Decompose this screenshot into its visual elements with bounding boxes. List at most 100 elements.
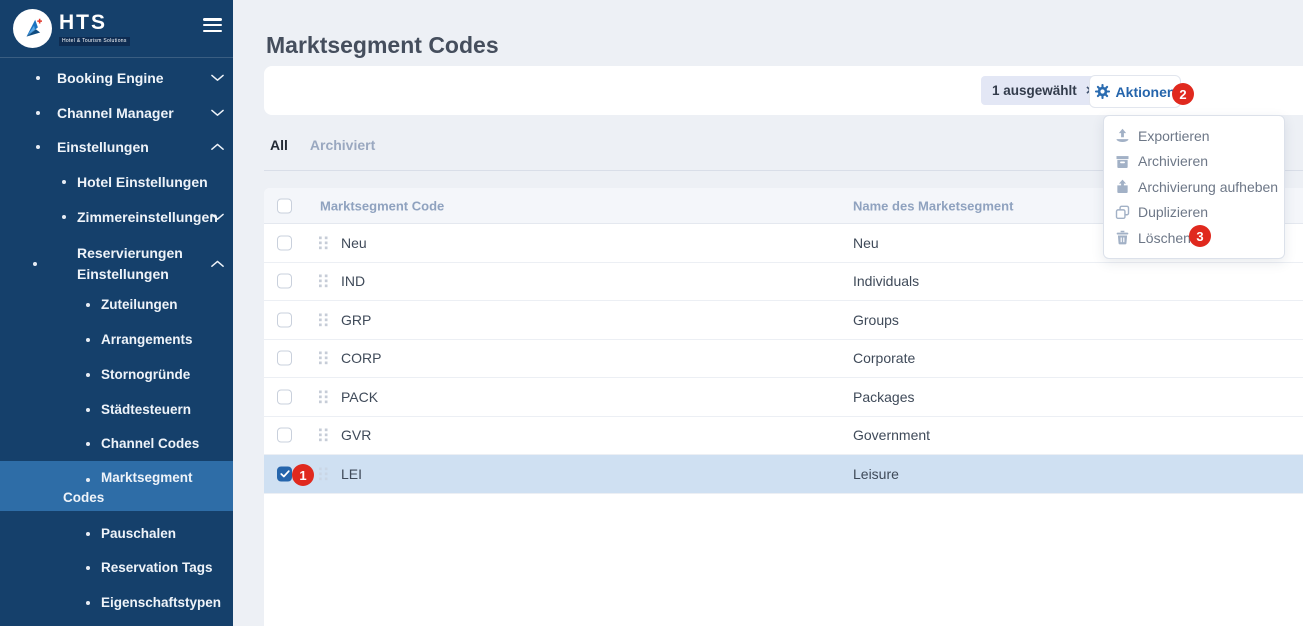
drag-handle-icon[interactable] — [319, 390, 328, 403]
chevron-down-icon — [211, 109, 224, 117]
chevron-down-icon — [211, 213, 224, 221]
row-code: GVR — [341, 427, 371, 443]
sidebar-item-channel-manager[interactable]: Channel Manager — [0, 95, 233, 130]
bullet-icon — [86, 532, 90, 536]
tab-all[interactable]: All — [270, 137, 288, 153]
sidebar-item-label: Hotel Einstellungen — [77, 174, 208, 190]
bullet-icon — [86, 373, 90, 377]
table-row[interactable]: INDIndividuals — [264, 263, 1303, 302]
logo-mark-icon — [20, 16, 46, 42]
column-header-code: Marktsegment Code — [320, 198, 444, 213]
drag-handle-icon[interactable] — [319, 352, 328, 365]
bullet-icon — [86, 408, 90, 412]
selection-badge: 1 ausgewählt × — [981, 76, 1106, 105]
annotation-badge: 3 — [1189, 225, 1211, 247]
table-row[interactable]: GRP Groups — [264, 301, 1303, 340]
row-code: PACK — [341, 389, 378, 405]
logo-subtitle: Hotel & Tourism Solutions — [59, 37, 130, 46]
menu-item-archivierung-aufheben[interactable]: Archivierung aufheben — [1104, 174, 1284, 200]
bullet-icon — [62, 180, 66, 184]
row-name: Individuals — [853, 273, 919, 289]
sidebar-item-label: Zimmereinstellungen — [77, 209, 218, 225]
row-checkbox[interactable] — [277, 389, 292, 404]
sidebar-item-label: Reservation Tags — [101, 560, 213, 575]
drag-handle-icon[interactable] — [319, 236, 328, 249]
menu-item-label: Duplizieren — [1138, 204, 1208, 220]
row-code: Neu — [341, 235, 367, 251]
column-header-name: Name des Marketsegment — [853, 198, 1013, 213]
row-code: GRP — [341, 312, 371, 328]
bullet-icon — [86, 478, 90, 482]
row-name: Corporate — [853, 350, 915, 366]
row-checkbox[interactable] — [277, 312, 292, 327]
sidebar-item-booking-engine[interactable]: Booking Engine — [0, 60, 233, 95]
sidebar-item-label: Zuteilungen — [101, 297, 178, 312]
table-body: Neu Neu INDIndividuals GRP Groups CORP Corpora… — [264, 224, 1303, 494]
row-name: Leisure — [853, 466, 899, 482]
menu-item-label: Löschen — [1138, 230, 1191, 246]
annotation-badge: 1 — [292, 464, 314, 486]
sidebar-item-st-dtesteuern[interactable]: Städtesteuern — [0, 392, 233, 427]
sidebar-item-reservierungen-einstellungen[interactable]: Reservierungen Einstellungen — [0, 236, 233, 292]
sidebar-item-eigenschaftstypen[interactable]: Eigenschaftstypen — [0, 585, 233, 620]
drag-handle-icon[interactable] — [319, 313, 328, 326]
row-checkbox[interactable] — [277, 235, 292, 250]
sidebar-item-zuteilungen[interactable]: Zuteilungen — [0, 287, 233, 322]
sidebar-header: HTS Hotel & Tourism Solutions — [0, 0, 233, 58]
menu-item-exportieren[interactable]: Exportieren — [1104, 123, 1284, 149]
bullet-icon — [86, 566, 90, 570]
bullet-icon — [86, 442, 90, 446]
bullet-icon — [33, 262, 37, 266]
chevron-up-icon — [211, 143, 224, 151]
row-checkbox[interactable] — [277, 466, 292, 481]
row-code: CORP — [341, 350, 381, 366]
sidebar-item-label: Marktsegment Codes — [0, 461, 208, 508]
table-row[interactable]: CORP Corporate — [264, 340, 1303, 379]
row-name: Neu — [853, 235, 879, 251]
table-row[interactable]: LEILeisure — [264, 455, 1303, 494]
row-name: Packages — [853, 389, 914, 405]
row-checkbox[interactable] — [277, 274, 292, 289]
actions-button[interactable]: Aktionen — [1089, 75, 1181, 108]
bullet-icon — [36, 111, 40, 115]
menu-item-archivieren[interactable]: Archivieren — [1104, 149, 1284, 175]
archive-icon — [1114, 154, 1130, 169]
logo-title: HTS — [59, 11, 107, 35]
drag-handle-icon[interactable] — [319, 429, 328, 442]
menu-item-label: Archivieren — [1138, 153, 1208, 169]
bullet-icon — [36, 76, 40, 80]
tab-archiviert[interactable]: Archiviert — [310, 137, 375, 153]
sidebar-item-label: Arrangements — [101, 332, 193, 347]
logo[interactable] — [13, 9, 52, 48]
drag-handle-icon[interactable] — [319, 275, 328, 288]
sidebar-item-hotel-einstellungen[interactable]: Hotel Einstellungen — [0, 164, 233, 199]
sidebar-item-arrangements[interactable]: Arrangements — [0, 322, 233, 357]
table-row[interactable]: GVR Government — [264, 417, 1303, 456]
annotation-badge: 2 — [1172, 83, 1194, 105]
table-row[interactable]: PACK Packages — [264, 378, 1303, 417]
hamburger-menu-icon[interactable] — [203, 18, 222, 33]
sidebar-item-zimmereinstellungen[interactable]: Zimmereinstellungen — [0, 199, 233, 234]
unarchive-icon — [1114, 179, 1130, 194]
sidebar-item-einstellungen[interactable]: Einstellungen — [0, 129, 233, 164]
select-all-checkbox[interactable] — [277, 198, 292, 213]
selection-badge-label: 1 ausgewählt — [992, 83, 1077, 98]
sidebar-item-marktsegment-codes[interactable]: Marktsegment Codes — [0, 461, 233, 511]
gear-icon — [1095, 84, 1110, 99]
row-name: Groups — [853, 312, 899, 328]
row-checkbox[interactable] — [277, 428, 292, 443]
sidebar-item-channel-codes[interactable]: Channel Codes — [0, 426, 233, 461]
sidebar-item-reservation-tags[interactable]: Reservation Tags — [0, 550, 233, 585]
row-checkbox[interactable] — [277, 351, 292, 366]
chevron-up-icon — [211, 260, 224, 268]
bullet-icon — [86, 601, 90, 605]
sidebar-item-stornogr-nde[interactable]: Stornogründe — [0, 357, 233, 392]
drag-handle-icon[interactable] — [319, 467, 328, 480]
tab-bar: All Archiviert — [270, 137, 375, 153]
row-name: Government — [853, 427, 930, 443]
sidebar-item-label: Einstellungen — [57, 139, 149, 155]
sidebar-item-label: Städtesteuern — [101, 402, 191, 417]
sidebar-item-label: Channel Manager — [57, 105, 174, 121]
sidebar-item-pauschalen[interactable]: Pauschalen — [0, 516, 233, 551]
menu-item-duplizieren[interactable]: Duplizieren — [1104, 200, 1284, 226]
